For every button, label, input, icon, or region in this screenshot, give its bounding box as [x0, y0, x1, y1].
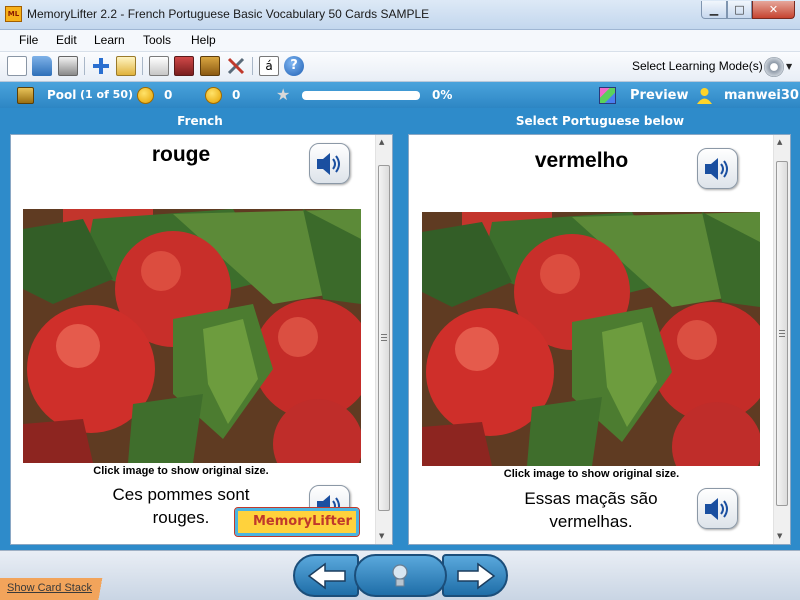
close-button[interactable]: ✕	[752, 1, 795, 19]
print-icon[interactable]	[58, 56, 78, 76]
answer-header: Select Portuguese below	[515, 114, 685, 128]
character-map-icon[interactable]: á	[259, 56, 279, 76]
pool-label: Pool	[47, 88, 77, 102]
menu-help[interactable]: Help	[191, 33, 216, 47]
answer-scrollbar[interactable]: ▲ ▼	[773, 135, 790, 544]
scroll-up-arrow[interactable]: ▲	[379, 138, 384, 146]
answer-panel: vermelho Click image to show original si…	[408, 134, 791, 545]
toolbar-separator	[142, 57, 143, 75]
help-icon[interactable]: ?	[284, 56, 304, 76]
new-document-icon[interactable]	[7, 56, 27, 76]
show-card-stack-link[interactable]: Show Card Stack	[7, 582, 92, 594]
show-card-stack-tab[interactable]: Show Card Stack	[0, 578, 124, 600]
presentation-icon[interactable]	[149, 56, 169, 76]
open-folder-icon[interactable]	[32, 56, 52, 76]
speaker-icon	[705, 158, 728, 180]
title-bar: ML MemoryLifter 2.2 - French Portuguese …	[0, 0, 800, 30]
wrong-count: 0	[232, 88, 241, 102]
answer-sentence: Essas maçãs são vermelhas.	[524, 489, 658, 531]
statistics-icon[interactable]	[200, 56, 220, 76]
tools-icon[interactable]	[226, 56, 246, 76]
status-bar: Pool (1 of 50) 0 0 ★ 0% Preview manwei30	[0, 82, 800, 108]
previous-card-button[interactable]	[293, 554, 359, 597]
apple-photo	[422, 212, 760, 466]
pool-count: (1 of 50)	[80, 88, 134, 101]
learning-mode-label[interactable]: Select Learning Mode(s)	[632, 59, 763, 73]
question-audio-button[interactable]	[309, 143, 350, 184]
lightbulb-icon	[392, 564, 408, 587]
username-label[interactable]: manwei30	[724, 88, 799, 103]
apple-photo	[23, 209, 361, 463]
answer-image[interactable]	[422, 212, 760, 466]
scroll-up-arrow[interactable]: ▲	[777, 138, 782, 146]
add-card-icon[interactable]	[91, 56, 111, 76]
menu-learn[interactable]: Learn	[94, 33, 125, 47]
maximize-button[interactable]: □	[727, 1, 752, 19]
arrow-left-icon	[307, 562, 346, 590]
card-stack-icon	[17, 87, 34, 104]
progress-bar	[302, 91, 420, 100]
answer-sentence-audio-button[interactable]	[697, 488, 738, 529]
toolbar-separator	[84, 57, 85, 75]
menu-file[interactable]: File	[19, 33, 38, 47]
toolbar-separator	[252, 57, 253, 75]
smiley-wrong-icon	[205, 87, 222, 104]
preview-button[interactable]: Preview	[630, 88, 689, 103]
scroll-thumb[interactable]	[776, 161, 788, 506]
question-header: French	[177, 114, 223, 128]
next-card-button[interactable]	[442, 554, 508, 597]
menu-edit[interactable]: Edit	[56, 33, 77, 47]
arrow-right-icon	[457, 562, 496, 590]
card-view-icon[interactable]	[174, 56, 194, 76]
question-image[interactable]	[23, 209, 361, 463]
speaker-icon	[705, 498, 728, 520]
question-word: rouge	[151, 143, 211, 166]
question-scrollbar[interactable]: ▲ ▼	[375, 135, 392, 544]
chevron-down-icon[interactable]: ▼	[786, 62, 792, 71]
smiley-correct-icon	[137, 87, 154, 104]
speaker-icon	[317, 153, 340, 175]
toolbar: á ? Select Learning Mode(s) ▼	[0, 52, 800, 82]
progress-label: 0%	[432, 88, 453, 102]
edit-card-icon[interactable]	[116, 56, 136, 76]
main-area: French Select Portuguese below rouge Cli…	[0, 108, 800, 550]
scroll-down-arrow[interactable]: ▼	[777, 532, 782, 540]
window-title: MemoryLifter 2.2 - French Portuguese Bas…	[27, 7, 430, 21]
answer-audio-button[interactable]	[697, 148, 738, 189]
question-image-caption: Click image to show original size.	[93, 465, 269, 477]
app-icon: ML	[5, 6, 22, 22]
answer-image-caption: Click image to show original size.	[503, 468, 680, 480]
menu-tools[interactable]: Tools	[143, 33, 171, 47]
user-icon	[696, 87, 713, 104]
hint-button[interactable]	[354, 554, 447, 597]
minimize-button[interactable]: ▁	[701, 1, 727, 19]
scroll-down-arrow[interactable]: ▼	[379, 532, 384, 540]
gear-icon[interactable]	[764, 57, 784, 77]
menu-bar: File Edit Learn Tools Help	[0, 30, 800, 52]
scroll-thumb[interactable]	[378, 165, 390, 511]
correct-count: 0	[164, 88, 173, 102]
preview-icon[interactable]	[599, 87, 616, 104]
memorylifter-logo: MemoryLifter	[234, 507, 360, 537]
question-panel: rouge Click image to show original size.…	[10, 134, 393, 545]
star-icon: ★	[276, 85, 291, 104]
